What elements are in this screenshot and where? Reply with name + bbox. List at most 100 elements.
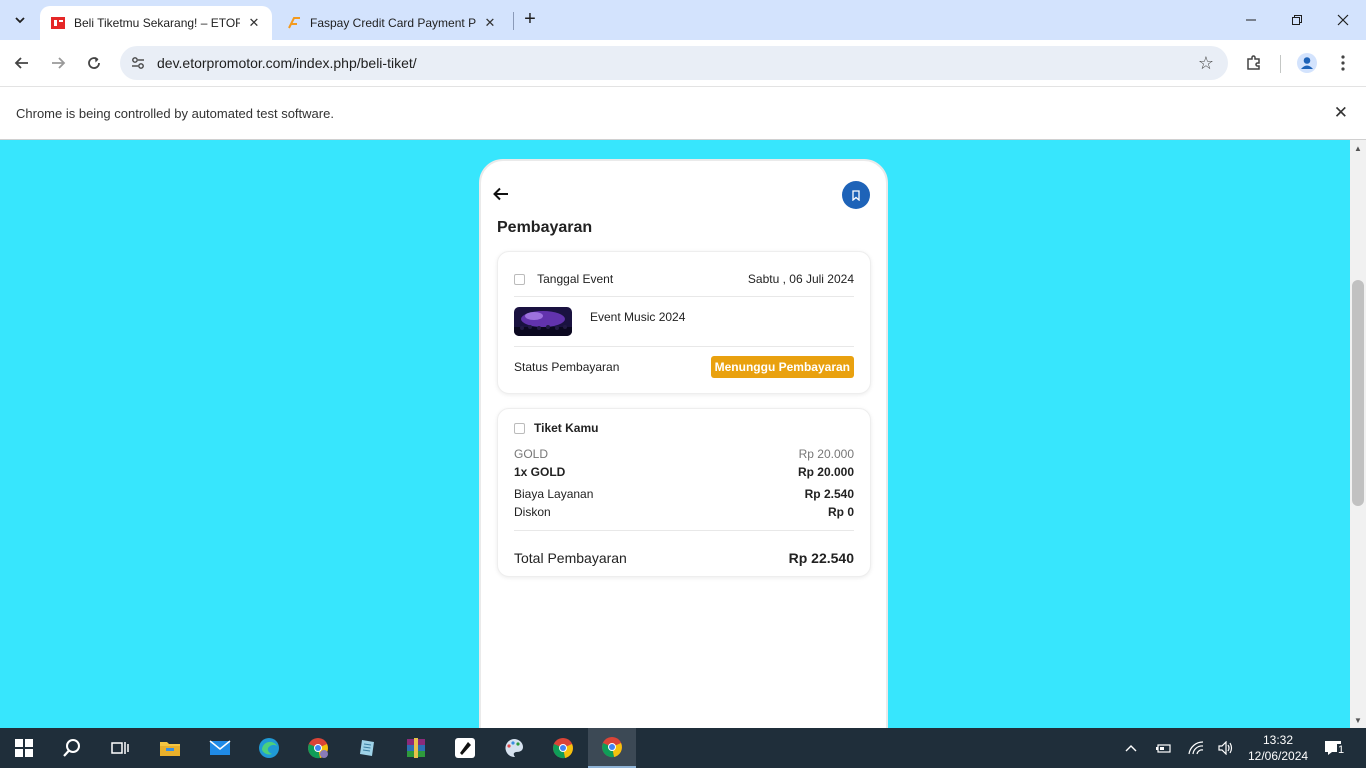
service-fee-label: Biaya Layanan (514, 487, 594, 501)
ticket-summary-card: Tiket Kamu GOLD Rp 20.000 1x GOLD Rp 20.… (497, 408, 871, 577)
automation-infobar: Chrome is being controlled by automated … (0, 86, 1366, 140)
event-date-value: Sabtu , 06 Juli 2024 (747, 272, 854, 286)
tab-close-icon[interactable]: ✕ (246, 15, 262, 31)
start-button[interactable] (0, 728, 48, 768)
total-row: Total Pembayaran Rp 22.540 (514, 550, 854, 566)
payment-status-badge: Menunggu Pembayaran (710, 356, 854, 378)
kebab-menu-icon (1341, 55, 1345, 71)
mail-app[interactable] (196, 728, 244, 768)
event-date-row: Tanggal Event Sabtu , 06 Juli 2024 (514, 272, 854, 286)
chrome-app[interactable] (539, 728, 587, 768)
tab-faspay[interactable]: Faspay Credit Card Payment Pa ✕ (276, 6, 508, 40)
notification-center-button[interactable]: 1 (1323, 738, 1346, 758)
arrow-left-icon (14, 57, 28, 69)
tab-title: Beli Tiketmu Sekarang! – ETOR (74, 16, 240, 30)
chrome-icon (308, 738, 328, 759)
divider (514, 296, 854, 297)
bookmark-star-icon[interactable]: ☆ (1198, 53, 1214, 74)
address-bar[interactable]: dev.etorpromotor.com/index.php/beli-tike… (120, 46, 1228, 80)
windows-taskbar: 13:32 12/06/2024 1 (0, 728, 1366, 768)
service-fee-value: Rp 2.540 (804, 487, 854, 501)
tab-search-button[interactable] (8, 8, 32, 32)
ticket-icon (514, 422, 525, 434)
system-clock[interactable]: 13:32 12/06/2024 (1248, 732, 1308, 764)
ticket-type: GOLD (514, 447, 549, 461)
event-date-label: Tanggal Event (537, 272, 614, 286)
browser-toolbar: dev.etorpromotor.com/index.php/beli-tike… (0, 40, 1366, 86)
file-explorer-app[interactable] (146, 728, 194, 768)
infobar-message: Chrome is being controlled by automated … (16, 106, 334, 121)
payment-status-row: Status Pembayaran Menunggu Pembayaran (514, 356, 854, 378)
bookmark-icon (852, 189, 860, 201)
chevron-up-icon[interactable] (1121, 738, 1141, 758)
avatar-icon (1297, 53, 1317, 73)
edge-icon (259, 738, 279, 758)
browser-tab-strip: Beli Tiketmu Sekarang! – ETOR ✕ Faspay C… (0, 0, 1366, 40)
battery-icon[interactable] (1153, 738, 1173, 758)
back-button[interactable] (9, 50, 35, 76)
divider (514, 346, 854, 347)
edge-app[interactable] (245, 728, 293, 768)
reload-button[interactable] (81, 50, 107, 76)
tab-close-icon[interactable]: ✕ (482, 15, 498, 31)
discount-row: Diskon Rp 0 (514, 505, 854, 519)
site-info-icon[interactable] (130, 55, 146, 71)
pen-tool-icon (455, 738, 475, 758)
infobar-close-icon[interactable]: ✕ (1334, 103, 1348, 123)
new-tab-button[interactable]: + (519, 9, 541, 31)
url-text: dev.etorpromotor.com/index.php/beli-tike… (157, 55, 417, 71)
back-arrow-icon[interactable] (493, 185, 509, 208)
notes-app[interactable] (343, 728, 391, 768)
tab-title: Faspay Credit Card Payment Pa (310, 16, 476, 30)
arrow-right-icon (52, 57, 66, 69)
task-view-button[interactable] (96, 728, 144, 768)
chrome-icon (553, 738, 573, 759)
divider (514, 530, 854, 531)
total-label: Total Pembayaran (514, 550, 627, 566)
payment-status-label: Status Pembayaran (514, 360, 620, 374)
chrome-profile-app[interactable] (294, 728, 342, 768)
ticket-subtotal: Rp 20.000 (797, 465, 854, 479)
ticket-qty-label: 1x GOLD (514, 465, 566, 479)
page-scrollbar[interactable]: ▲ ▼ (1350, 140, 1366, 728)
close-icon (1337, 14, 1349, 26)
ticket-bookmark-button[interactable] (842, 181, 870, 209)
forward-button[interactable] (45, 50, 71, 76)
inkscape-app[interactable] (441, 728, 489, 768)
service-fee-row: Biaya Layanan Rp 2.540 (514, 487, 854, 501)
toolbar-divider (1280, 55, 1281, 73)
ticket-type-row: GOLD Rp 20.000 (514, 447, 854, 461)
scrollbar-thumb[interactable] (1352, 280, 1364, 506)
extensions-button[interactable] (1241, 50, 1267, 76)
search-button[interactable] (48, 728, 96, 768)
close-window-button[interactable] (1320, 6, 1366, 34)
event-name: Event Music 2024 (590, 310, 686, 324)
task-view-icon (111, 742, 129, 754)
speaker-icon[interactable] (1216, 738, 1236, 758)
page-viewport: Pembayaran Tanggal Event Sabtu , 06 Juli… (0, 140, 1350, 728)
palette-icon (505, 739, 523, 758)
minimize-button[interactable] (1228, 6, 1274, 34)
scroll-down-icon[interactable]: ▼ (1354, 716, 1362, 725)
chrome-icon (602, 737, 622, 758)
ticket-price: Rp 20.000 (798, 447, 854, 461)
restore-button[interactable] (1274, 6, 1320, 34)
discount-label: Diskon (514, 505, 551, 519)
winrar-app[interactable] (392, 728, 440, 768)
tab-separator (513, 12, 514, 30)
menu-button[interactable] (1330, 50, 1356, 76)
wifi-icon[interactable] (1186, 738, 1206, 758)
windows-logo-icon (15, 739, 33, 757)
notification-count: 1 (1337, 744, 1346, 756)
tab-beli-tiket[interactable]: Beli Tiketmu Sekarang! – ETOR ✕ (40, 6, 272, 40)
clock-date: 12/06/2024 (1248, 749, 1309, 763)
profile-button[interactable] (1294, 50, 1320, 76)
ticket-card-title: Tiket Kamu (534, 421, 599, 435)
faspay-favicon-icon (286, 15, 302, 31)
page-title: Pembayaran (497, 219, 593, 236)
scroll-up-icon[interactable]: ▲ (1354, 144, 1362, 153)
paint-app[interactable] (490, 728, 538, 768)
discount-value: Rp 0 (827, 505, 854, 519)
chrome-automation-app[interactable] (588, 728, 636, 768)
minimize-icon (1246, 19, 1256, 21)
